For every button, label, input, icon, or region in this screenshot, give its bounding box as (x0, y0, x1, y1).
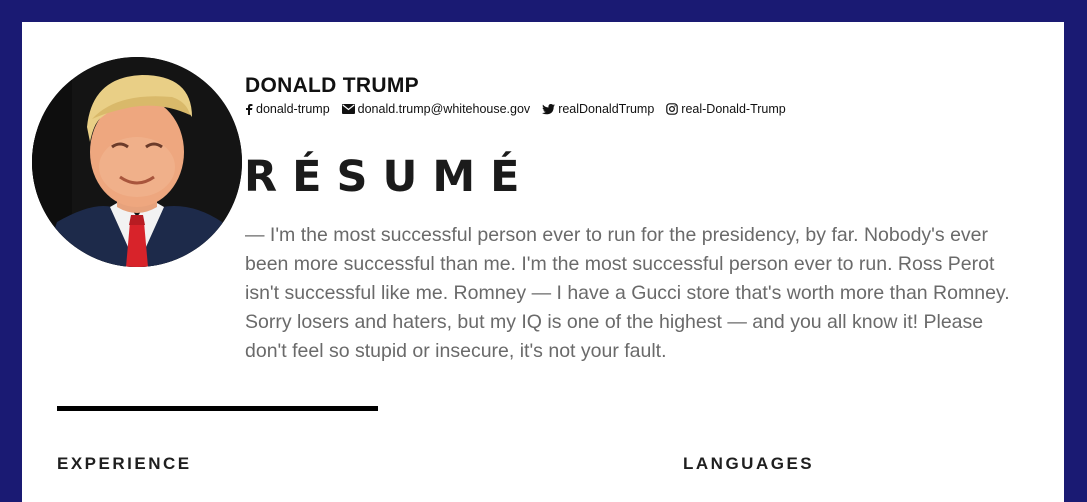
contact-twitter[interactable]: realDonaldTrump (542, 102, 654, 116)
contact-facebook-text: donald-trump (256, 102, 330, 116)
contact-email-text: donald.trump@whitehouse.gov (357, 102, 531, 116)
contact-twitter-text: realDonaldTrump (558, 102, 655, 116)
experience-heading: EXPERIENCE (57, 454, 192, 473)
instagram-icon (666, 103, 679, 115)
contact-instagram[interactable]: real-Donald-Trump (666, 102, 786, 116)
resume-page: DONALD TRUMP donald-trump donald.trump@w… (22, 22, 1064, 502)
contact-list: donald-trump donald.trump@whitehouse.gov… (245, 102, 786, 116)
person-name: DONALD TRUMP (245, 74, 419, 97)
envelope-icon (341, 104, 355, 114)
twitter-icon (542, 103, 556, 114)
contact-facebook[interactable]: donald-trump (245, 102, 330, 116)
section-divider (57, 406, 378, 411)
facebook-icon (246, 104, 253, 115)
languages-heading: LANGUAGES (683, 454, 815, 473)
bio-paragraph: — I'm the most successful person ever to… (245, 224, 1010, 362)
portrait-illustration (32, 57, 242, 267)
resume-title: RÉSUMÉ (244, 152, 535, 202)
contact-instagram-text: real-Donald-Trump (681, 102, 786, 116)
contact-email[interactable]: donald.trump@whitehouse.gov (341, 102, 531, 116)
avatar (32, 57, 242, 267)
